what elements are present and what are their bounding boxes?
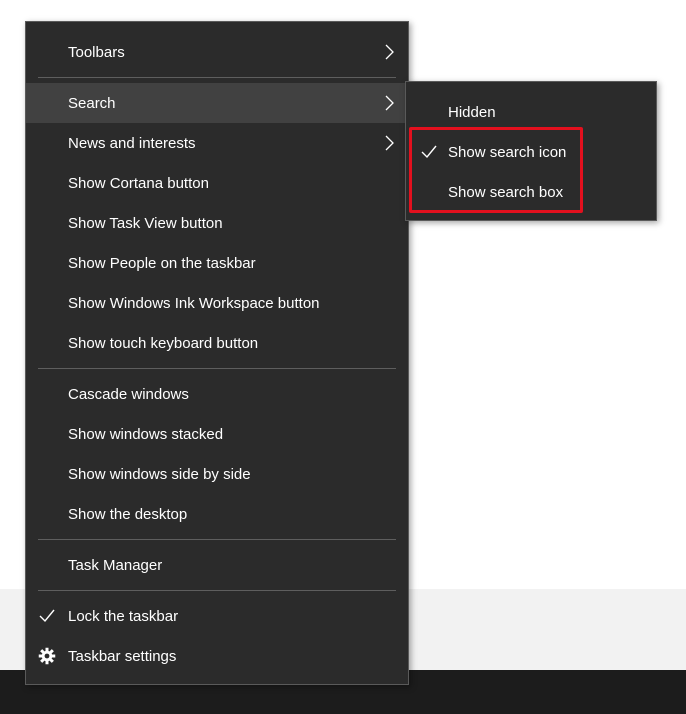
menu-item-label: Lock the taskbar <box>68 607 179 625</box>
menu-item-search[interactable]: Search <box>26 83 408 123</box>
gear-icon <box>38 647 56 665</box>
menu-item-taskbar-settings[interactable]: Taskbar settings <box>26 636 408 676</box>
menu-item-show-windows-ink-workspace[interactable]: Show Windows Ink Workspace button <box>26 283 408 323</box>
menu-item-show-cortana-button[interactable]: Show Cortana button <box>26 163 408 203</box>
chevron-right-icon <box>385 135 394 151</box>
menu-item-label: Taskbar settings <box>68 647 177 665</box>
menu-item-toolbars[interactable]: Toolbars <box>26 32 408 72</box>
chevron-right-icon <box>385 95 394 111</box>
menu-item-show-people[interactable]: Show People on the taskbar <box>26 243 408 283</box>
menu-item-label: Show People on the taskbar <box>68 254 256 272</box>
menu-item-label: Search <box>68 94 116 112</box>
menu-item-lock-the-taskbar[interactable]: Lock the taskbar <box>26 596 408 636</box>
menu-item-show-windows-side-by-side[interactable]: Show windows side by side <box>26 454 408 494</box>
red-highlight-box <box>409 127 583 213</box>
checkmark-icon <box>39 609 55 623</box>
menu-separator <box>38 539 396 540</box>
menu-item-show-touch-keyboard[interactable]: Show touch keyboard button <box>26 323 408 363</box>
menu-item-show-the-desktop[interactable]: Show the desktop <box>26 494 408 534</box>
menu-item-label: Show Windows Ink Workspace button <box>68 294 320 312</box>
menu-item-label: Show windows side by side <box>68 465 251 483</box>
menu-item-label: Show windows stacked <box>68 425 224 443</box>
menu-item-label: Cascade windows <box>68 385 189 403</box>
menu-item-task-manager[interactable]: Task Manager <box>26 545 408 585</box>
submenu-item-label: Hidden <box>448 103 496 121</box>
menu-item-cascade-windows[interactable]: Cascade windows <box>26 374 408 414</box>
menu-item-news-and-interests[interactable]: News and interests <box>26 123 408 163</box>
menu-item-label: Toolbars <box>68 43 125 61</box>
menu-separator <box>38 590 396 591</box>
menu-item-label: Show the desktop <box>68 505 188 523</box>
menu-item-label: News and interests <box>68 134 196 152</box>
taskbar-context-menu: Toolbars Search News and interests Show … <box>25 21 409 685</box>
menu-separator <box>38 77 396 78</box>
menu-item-label: Task Manager <box>68 556 163 574</box>
menu-item-label: Show Cortana button <box>68 174 209 192</box>
menu-item-label: Show Task View button <box>68 214 223 232</box>
submenu-item-hidden[interactable]: Hidden <box>406 92 656 132</box>
menu-separator <box>38 368 396 369</box>
menu-item-show-task-view-button[interactable]: Show Task View button <box>26 203 408 243</box>
chevron-right-icon <box>385 44 394 60</box>
menu-item-label: Show touch keyboard button <box>68 334 259 352</box>
menu-item-show-windows-stacked[interactable]: Show windows stacked <box>26 414 408 454</box>
